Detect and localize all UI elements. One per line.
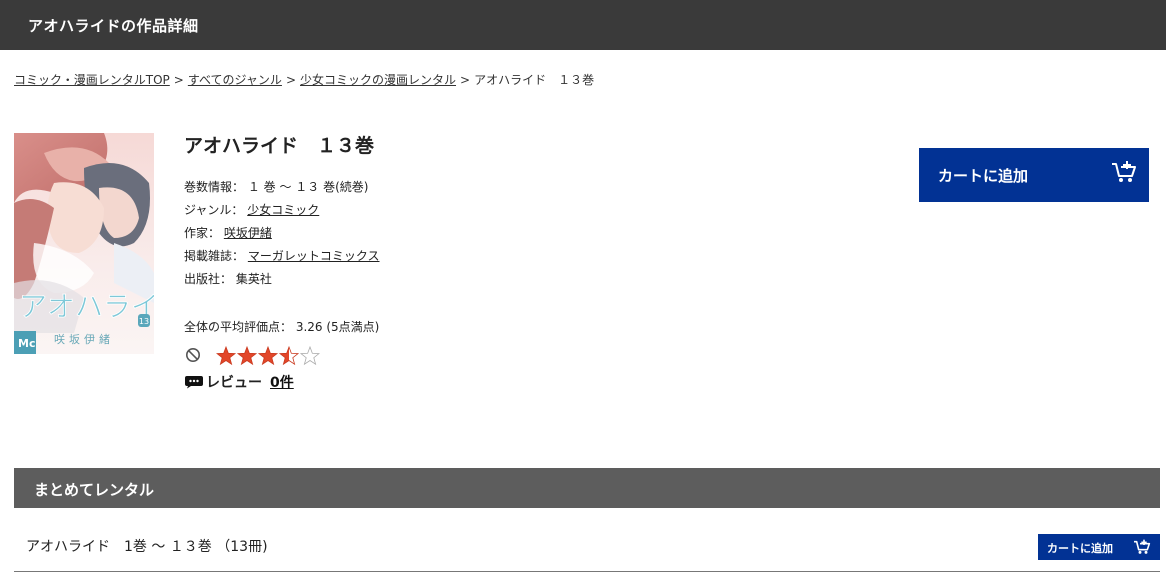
- rating-stars: [216, 346, 320, 366]
- magazine-link[interactable]: マーガレットコミックス: [248, 249, 380, 263]
- cover-image: アオハライド 13 咲坂伊緒 Mc: [14, 133, 154, 354]
- add-to-cart-label: カートに追加: [938, 167, 1029, 185]
- breadcrumb-separator: >: [285, 73, 296, 87]
- cover-volume-number: 13: [139, 317, 149, 326]
- author-label: 作家：: [184, 226, 221, 240]
- cover-title-text: アオハライド: [19, 290, 154, 323]
- review-row: レビュー 0件: [184, 372, 294, 392]
- breadcrumb-link-top[interactable]: コミック・漫画レンタルTOP: [14, 73, 170, 87]
- breadcrumb: コミック・漫画レンタルTOP > すべてのジャンル > 少女コミックの漫画レンタル > アオ…: [14, 71, 594, 88]
- product-title: アオハライド １３巻: [184, 135, 375, 157]
- publisher-value: 集英社: [235, 272, 272, 286]
- volumes-label: 巻数情報：: [184, 180, 245, 194]
- page-header-title: アオハライドの作品詳細: [28, 17, 199, 35]
- genre-info: ジャンル： 少女コミック: [184, 201, 319, 218]
- breadcrumb-link-shoujo[interactable]: 少女コミックの漫画レンタル: [300, 73, 456, 87]
- author-link[interactable]: 咲坂伊緒: [224, 226, 272, 240]
- breadcrumb-link-all-genres[interactable]: すべてのジャンル: [188, 73, 282, 87]
- volumes-value: １ 巻 ～ １３ 巻(続巻): [247, 180, 369, 194]
- chat-bubble-icon: [185, 376, 203, 389]
- genre-label: ジャンル：: [184, 203, 244, 217]
- bundle-rental-title: まとめてレンタル: [34, 481, 155, 499]
- cart-plus-icon: [1134, 539, 1151, 554]
- rating-star: [278, 346, 300, 366]
- bundle-item-text: アオハライド 1巻 ～ １３巻 （13冊): [26, 539, 268, 555]
- cart-plus-icon: [1112, 161, 1136, 182]
- bundle-add-to-cart-label: カートに追加: [1047, 542, 1113, 555]
- bundle-add-to-cart-button[interactable]: カートに追加: [1038, 534, 1160, 560]
- breadcrumb-separator: >: [460, 73, 471, 87]
- bundle-divider: [14, 571, 1160, 572]
- review-count-link[interactable]: 0件: [270, 372, 294, 392]
- rating-star: [236, 346, 258, 366]
- cover-author-text: 咲坂伊緒: [54, 332, 114, 346]
- review-label: レビュー: [206, 375, 262, 391]
- publisher-info: 出版社： 集英社: [184, 270, 272, 287]
- average-rating-text: 全体の平均評価点： 3.26 (5点満点): [184, 320, 380, 334]
- prohibited-icon: [186, 348, 200, 362]
- cover-imprint-logo: Mc: [18, 337, 35, 350]
- breadcrumb-current: アオハライド １３巻: [474, 73, 595, 87]
- page-header: アオハライドの作品詳細: [0, 0, 1166, 50]
- bundle-rental-section-header: まとめてレンタル: [14, 468, 1160, 508]
- rating-star: [299, 346, 320, 366]
- rating-star: [257, 346, 279, 366]
- volumes-info: 巻数情報： １ 巻 ～ １３ 巻(続巻): [184, 178, 368, 195]
- genre-link[interactable]: 少女コミック: [247, 203, 319, 217]
- magazine-label: 掲載雑誌：: [184, 249, 245, 263]
- add-to-cart-button[interactable]: カートに追加: [919, 148, 1149, 202]
- cover-illustration: アオハライド 13 咲坂伊緒 Mc: [14, 133, 154, 354]
- author-info: 作家： 咲坂伊緒: [184, 224, 272, 241]
- magazine-info: 掲載雑誌： マーガレットコミックス: [184, 247, 380, 264]
- breadcrumb-separator: >: [173, 73, 184, 87]
- rating-star: [216, 346, 237, 366]
- publisher-label: 出版社：: [184, 272, 233, 286]
